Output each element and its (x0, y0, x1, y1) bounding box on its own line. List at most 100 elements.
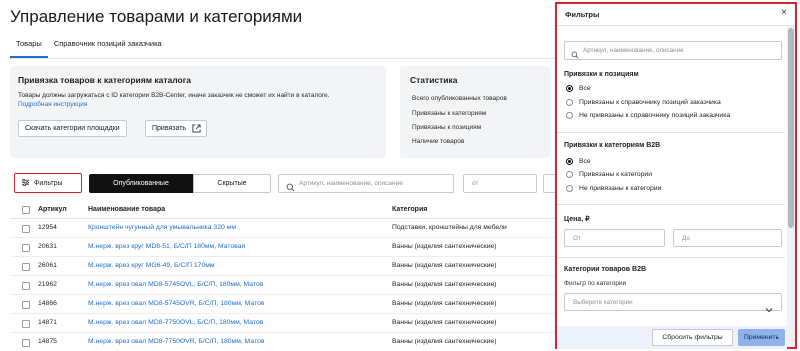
radio-unchecked-icon (566, 98, 573, 106)
stat-total-published: Всего опубликованных товаров (412, 95, 507, 102)
radio-positions-all[interactable]: Все (566, 83, 591, 93)
positions-section-title: Привязки к позициям (564, 71, 639, 78)
panel-search-placeholder: Артикул, наименование, описание (583, 47, 684, 54)
cell-sku: 20631 (38, 243, 57, 250)
tabs-divider (10, 58, 555, 59)
cell-sku: 14871 (38, 319, 57, 326)
header-name[interactable]: Наименование товара (88, 206, 165, 213)
radio-b2b-all[interactable]: Все (566, 156, 591, 166)
table-row[interactable]: 26061 М.нерж. врез круг MG6-49, Б/С/П 170… (10, 258, 555, 276)
filters-panel: Фильтры × Артикул, наименование, описани… (555, 2, 797, 349)
tab-products[interactable]: Товары (10, 38, 48, 58)
binding-card-title: Привязка товаров к категориям каталога (18, 75, 191, 85)
radio-unchecked-icon (566, 184, 573, 192)
radio-checked-icon (566, 157, 573, 165)
category-select-placeholder: Выберите категории (573, 299, 633, 306)
categories-section-title: Категории товаров B2B (564, 266, 647, 273)
search-icon (571, 46, 579, 64)
bind-button[interactable]: Привязать (145, 120, 208, 139)
apply-button[interactable]: Применить (738, 329, 785, 346)
stats-card: Статистика Всего опубликованных товаров … (400, 66, 550, 158)
category-select[interactable]: Выберите категории (564, 293, 782, 313)
page-title: Управление товарами и категориями (10, 7, 303, 26)
cell-sku: 21962 (38, 281, 57, 288)
category-filter-label: Фильтр по категории (564, 280, 627, 287)
download-categories-button[interactable]: Скачать категории площадки (18, 120, 127, 137)
section-divider (557, 132, 785, 133)
radio-unchecked-icon (566, 111, 573, 119)
table-row[interactable]: 14875 М.нерж. врез овал MD8-7750OVR, Б/С/… (10, 334, 555, 351)
reset-filters-button[interactable]: Сбросить фильтры (652, 329, 733, 346)
tab-customer-positions[interactable]: Справочник позиций заказчика (48, 38, 168, 58)
cell-sku: 14875 (38, 338, 57, 345)
price-section-title: Цена, ₽ (564, 216, 590, 223)
cell-product-name-link[interactable]: М.нерж. врез круг MG6-49, Б/С/П 170мм (88, 262, 215, 269)
search-icon (286, 179, 295, 197)
tabs: Товары Справочник позиций заказчика (10, 38, 168, 58)
table-row[interactable]: 21962 М.нерж. врез овал MD8-5745OVL, Б/С/… (10, 277, 555, 295)
external-link-icon (192, 124, 201, 139)
filters-button-label: Фильтры (34, 179, 63, 187)
cell-category: Ванны (изделия сантехнические) (392, 243, 497, 250)
cell-product-name-link[interactable]: М.нерж. врез круг MD8-51, Б/С/П 180мм, М… (88, 243, 245, 250)
radio-b2b-unbound[interactable]: Не привязаны к категории (566, 183, 661, 193)
row-checkbox[interactable] (22, 263, 30, 271)
stat-bound-positions: Привязаны к позициям (412, 124, 482, 131)
panel-scrollbar[interactable] (787, 26, 795, 347)
table-row[interactable]: 12954 Кронштейн чугунный для умывальника … (10, 220, 555, 238)
radio-label: Привязаны к справочнику позиций заказчик… (579, 98, 721, 106)
bind-button-label: Привязать (152, 125, 187, 132)
panel-price-from[interactable]: От (564, 229, 665, 247)
close-icon[interactable]: × (781, 8, 787, 18)
radio-b2b-bound[interactable]: Привязаны к категории (566, 169, 652, 179)
table-header: Артикул Наименование товара Категория (10, 201, 555, 219)
row-checkbox[interactable] (22, 244, 30, 252)
cell-product-name-link[interactable]: М.нерж. врез овал MD8-5745OVL, Б/С/П, 18… (88, 281, 263, 288)
table-row[interactable]: 14866 М.нерж. врез овал MD8-5745OVR, Б/С/… (10, 296, 555, 314)
cell-product-name-link[interactable]: М.нерж. врез овал MD8-7750OVR, Б/С/П, 18… (88, 338, 264, 345)
price-from-placeholder: От (573, 235, 581, 242)
radio-checked-icon (566, 84, 573, 92)
binding-card: Привязка товаров к категориям каталога Т… (10, 66, 386, 158)
segment-published[interactable]: Опубликованные (89, 174, 193, 193)
price-to-placeholder: До (682, 235, 690, 242)
radio-label: Привязаны к категории (579, 170, 653, 178)
price-from-field[interactable]: от (463, 174, 537, 193)
radio-positions-bound[interactable]: Привязаны к справочнику позиций заказчик… (566, 97, 721, 107)
cell-category: Ванны (изделия сантехнические) (392, 262, 497, 269)
row-checkbox[interactable] (22, 320, 30, 328)
cell-product-name-link[interactable]: Кронштейн чугунный для умывальника 320 м… (88, 224, 236, 231)
filters-panel-header: Фильтры × (557, 4, 795, 26)
radio-positions-unbound[interactable]: Не привязаны к справочнику позиций заказ… (566, 110, 730, 120)
cell-category: Ванны (изделия сантехнические) (392, 319, 497, 326)
radio-label: Все (579, 157, 591, 165)
price-from-placeholder: от (472, 180, 479, 187)
table-row[interactable]: 20631 М.нерж. врез круг MD8-51, Б/С/П 180… (10, 239, 555, 257)
scrollbar-thumb[interactable] (788, 28, 794, 228)
b2b-section-title: Привязки к категориям B2B (564, 142, 661, 149)
chevron-down-icon (765, 300, 773, 318)
instruction-link[interactable]: Подробная инструкция (18, 101, 87, 108)
section-divider (557, 204, 785, 205)
panel-search-input[interactable]: Артикул, наименование, описание (564, 41, 782, 60)
filters-button[interactable]: Фильтры (14, 173, 82, 193)
row-checkbox[interactable] (22, 339, 30, 347)
table-row[interactable]: 14871 М.нерж. врез овал MD8-7750OVL, Б/С/… (10, 315, 555, 333)
sliders-icon (21, 178, 30, 189)
cell-sku: 12954 (38, 224, 57, 231)
row-checkbox[interactable] (22, 225, 30, 233)
filters-panel-title: Фильтры (565, 10, 600, 19)
select-all-checkbox[interactable] (22, 206, 30, 214)
row-checkbox[interactable] (22, 301, 30, 309)
cell-category: Ванны (изделия сантехнические) (392, 338, 497, 345)
header-sku[interactable]: Артикул (38, 206, 67, 213)
cell-product-name-link[interactable]: М.нерж. врез овал MD8-7750OVL, Б/С/П, 18… (88, 319, 263, 326)
cell-category: Подставки, кронштейны для мебели (392, 224, 507, 231)
segment-hidden[interactable]: Скрытые (193, 174, 271, 193)
cell-sku: 26061 (38, 262, 57, 269)
header-category[interactable]: Категория (392, 206, 427, 213)
panel-price-to[interactable]: До (673, 229, 782, 247)
search-input[interactable]: Артикул, наименование, описание (278, 174, 454, 193)
row-checkbox[interactable] (22, 282, 30, 290)
cell-product-name-link[interactable]: М.нерж. врез овал MD8-5745OVR, Б/С/П, 18… (88, 300, 264, 307)
